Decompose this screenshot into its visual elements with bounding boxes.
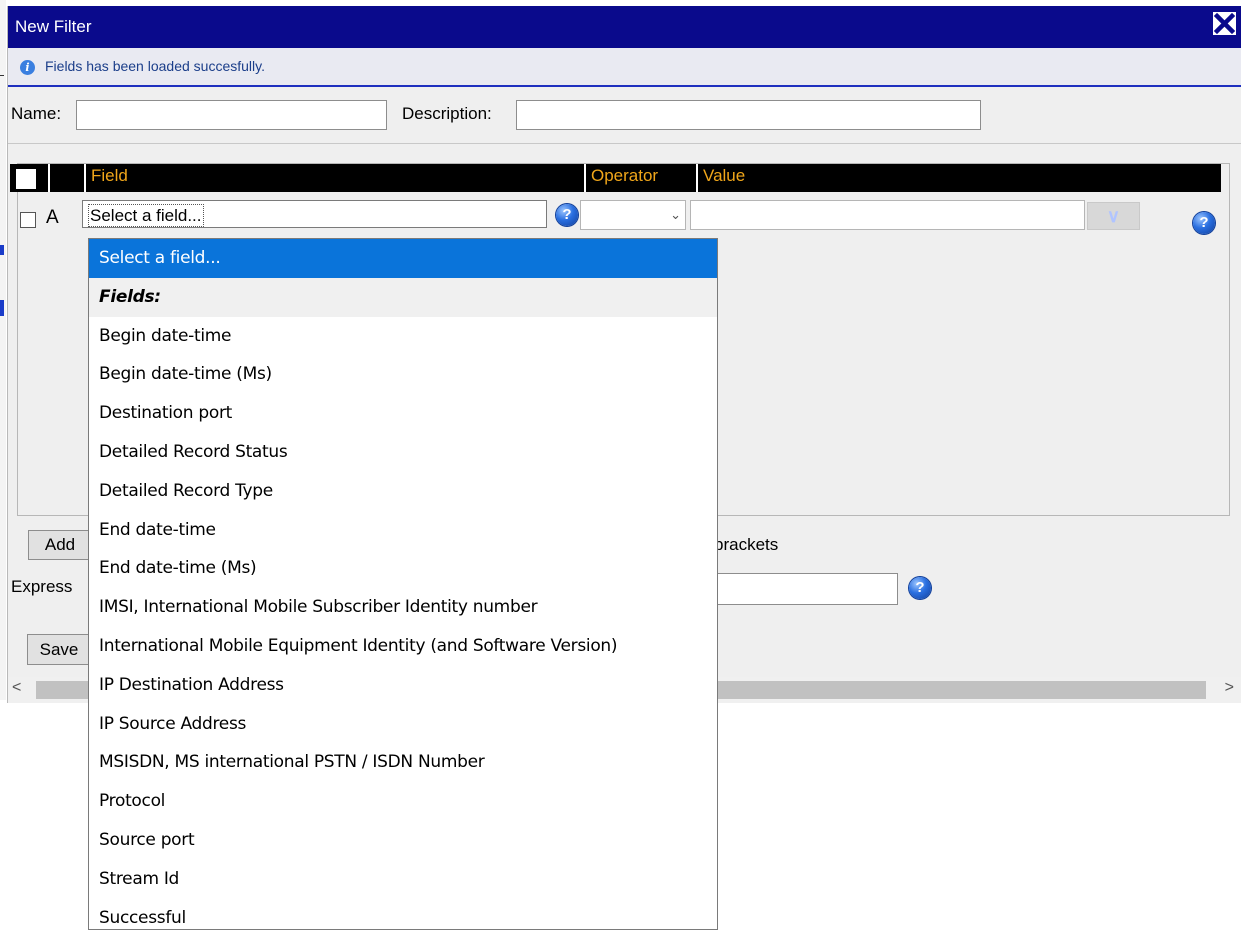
- dropdown-option[interactable]: Protocol: [89, 782, 717, 821]
- field-column-header: Field: [84, 164, 584, 192]
- brackets-label: brackets: [714, 535, 779, 554]
- dropdown-option[interactable]: Detailed Record Type: [89, 472, 717, 511]
- divider: [8, 143, 1241, 144]
- dialog-titlebar: New Filter: [8, 6, 1241, 48]
- value-input[interactable]: [690, 200, 1085, 230]
- dropdown-option[interactable]: Begin date-time: [89, 317, 717, 356]
- expression-label: Express: [11, 577, 73, 596]
- help-icon[interactable]: ?: [1193, 212, 1215, 234]
- select-all-checkbox[interactable]: [16, 169, 36, 189]
- dropdown-option[interactable]: Detailed Record Status: [89, 433, 717, 472]
- background-page-edge: [0, 0, 6, 700]
- dropdown-option[interactable]: Destination port: [89, 394, 717, 433]
- expression-input[interactable]: [712, 573, 898, 605]
- dropdown-group-label: Fields:: [89, 277, 717, 317]
- field-dropdown-list[interactable]: Select a field... Fields: Begin date-tim…: [88, 238, 718, 930]
- scroll-left-arrow-icon[interactable]: <: [12, 679, 21, 697]
- description-label: Description:: [402, 104, 492, 123]
- scroll-right-arrow-icon[interactable]: >: [1225, 679, 1234, 697]
- dropdown-option[interactable]: IP Destination Address: [89, 666, 717, 705]
- dropdown-option[interactable]: Begin date-time (Ms): [89, 355, 717, 394]
- dropdown-option[interactable]: MSISDN, MS international PSTN / ISDN Num…: [89, 743, 717, 782]
- value-column-header: Value: [696, 164, 1221, 192]
- close-x-icon: [1213, 12, 1236, 35]
- dropdown-option[interactable]: End date-time (Ms): [89, 549, 717, 588]
- dropdown-option-selected[interactable]: Select a field...: [89, 239, 717, 278]
- help-icon[interactable]: ?: [556, 204, 578, 226]
- info-icon: i: [20, 60, 35, 75]
- add-button[interactable]: Add: [28, 530, 92, 560]
- field-select[interactable]: Select a field... ⌄: [82, 200, 621, 228]
- name-input[interactable]: [76, 100, 387, 130]
- name-label: Name:: [11, 104, 62, 123]
- dropdown-option[interactable]: IP Source Address: [89, 705, 717, 744]
- row-checkbox[interactable]: [20, 212, 36, 228]
- save-button[interactable]: Save: [27, 634, 91, 665]
- dropdown-option[interactable]: International Mobile Equipment Identity …: [89, 627, 717, 666]
- background-mark: [0, 245, 4, 255]
- help-icon[interactable]: ?: [909, 577, 931, 599]
- info-message: Fields has been loaded succesfully.: [45, 58, 265, 74]
- close-button[interactable]: [1211, 10, 1238, 37]
- background-mark: [0, 300, 4, 316]
- chevron-down-icon: ⌄: [670, 207, 681, 222]
- dropdown-option[interactable]: Source port: [89, 821, 717, 860]
- dialog-title: New Filter: [15, 17, 92, 36]
- dropdown-option[interactable]: Successful: [89, 899, 717, 929]
- dropdown-option[interactable]: IMSI, International Mobile Subscriber Id…: [89, 588, 717, 627]
- grid-header: Field Operator Value: [10, 164, 1221, 192]
- description-input[interactable]: [516, 100, 981, 130]
- value-picker-button[interactable]: ∨: [1087, 202, 1140, 230]
- dropdown-option[interactable]: Stream Id: [89, 860, 717, 899]
- operator-column-header: Operator: [584, 164, 696, 192]
- background-mark: [0, 75, 4, 76]
- info-bar: i Fields has been loaded succesfully.: [8, 48, 1241, 87]
- operator-select[interactable]: ⌄: [580, 200, 686, 230]
- field-select-value: Select a field...: [88, 204, 204, 227]
- row-letter: A: [46, 207, 59, 228]
- dropdown-option[interactable]: End date-time: [89, 511, 717, 550]
- letter-column-header: [48, 164, 84, 192]
- double-chevron-down-icon: ∨: [1106, 206, 1121, 226]
